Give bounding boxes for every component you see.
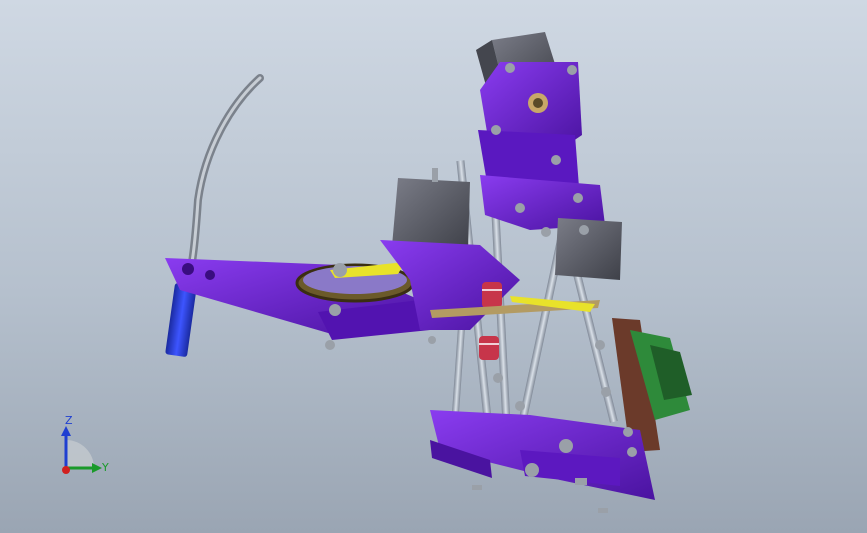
z-axis-label: Z [65,414,73,427]
cable-tube [188,74,264,266]
orientation-triad [61,426,102,474]
lower-base [430,410,655,500]
robot-arm-assembly[interactable] [0,0,867,533]
effector-tool [165,283,197,357]
left-motor [392,168,470,250]
y-axis-label: Y [102,461,109,474]
3d-model-viewport[interactable]: Z Y [0,0,867,533]
right-motor [555,218,622,280]
